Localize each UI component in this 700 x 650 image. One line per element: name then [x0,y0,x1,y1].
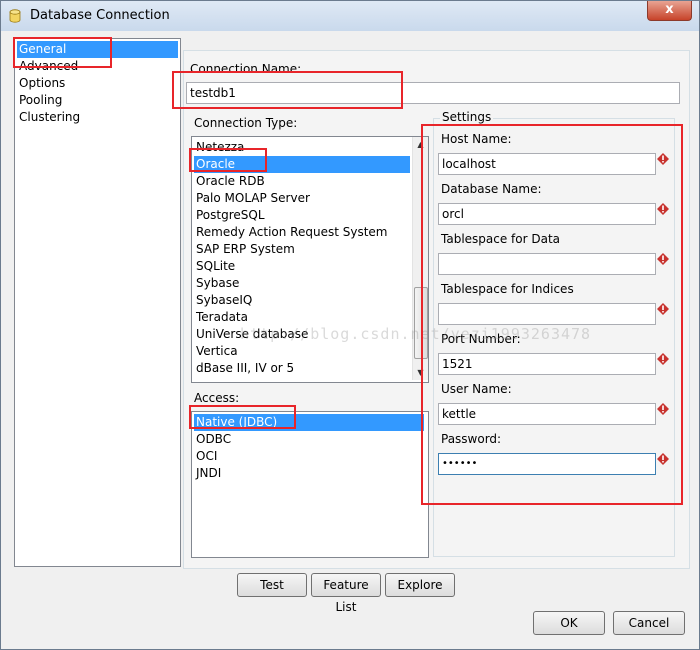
title-bar[interactable]: Database Connection x [1,1,699,31]
annotation-box-oracle [189,148,267,172]
annotation-box-connection-name [172,71,403,109]
explore-button[interactable]: Explore [385,573,455,597]
connection-type-label: Connection Type: [194,116,298,130]
access-label: Access: [194,391,240,405]
settings-title: Settings [440,110,494,124]
list-item[interactable]: Oracle RDB [194,173,410,190]
sidebar-item-options[interactable]: Options [17,75,178,92]
sidebar-item-clustering[interactable]: Clustering [17,109,178,126]
close-icon: x [665,2,674,17]
window-title: Database Connection [30,8,170,23]
ok-button[interactable]: OK [533,611,605,635]
list-item[interactable]: PostgreSQL [194,207,410,224]
annotation-box-general [13,37,112,68]
feature-list-button[interactable]: Feature List [311,573,381,614]
category-list[interactable]: General Advanced Options Pooling Cluster… [14,38,181,567]
database-icon [9,9,21,23]
test-button[interactable]: Test [237,573,307,597]
cancel-button[interactable]: Cancel [613,611,685,635]
list-item[interactable]: ODBC [194,431,424,448]
list-item[interactable]: JNDI [194,465,424,482]
access-list[interactable]: Native (JDBC) ODBC OCI JNDI [191,411,429,558]
list-item[interactable]: Vertica [194,343,410,360]
list-item[interactable]: Remedy Action Request System [194,224,410,241]
list-item[interactable]: Palo MOLAP Server [194,190,410,207]
close-button[interactable]: x [647,1,692,21]
list-item[interactable]: SybaseIQ [194,292,410,309]
connection-type-list[interactable]: Netezza Oracle Oracle RDB Palo MOLAP Ser… [191,136,429,383]
annotation-box-native-jdbc [189,405,296,429]
list-item[interactable]: SAP ERP System [194,241,410,258]
annotation-box-settings [421,124,683,505]
list-item[interactable]: Teradata [194,309,410,326]
list-item[interactable]: dBase III, IV or 5 [194,360,410,377]
list-item[interactable]: Sybase [194,275,410,292]
sidebar-item-pooling[interactable]: Pooling [17,92,178,109]
list-item[interactable]: SQLite [194,258,410,275]
list-item[interactable]: OCI [194,448,424,465]
